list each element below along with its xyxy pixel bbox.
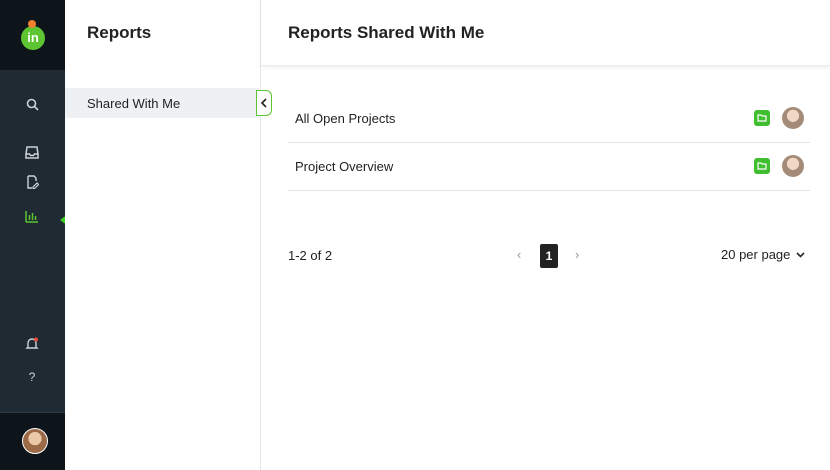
chevron-left-icon — [260, 98, 267, 108]
owner-avatar[interactable] — [782, 155, 804, 177]
tasks-icon[interactable] — [22, 172, 42, 192]
sidebar-item-shared-with-me[interactable]: Shared With Me — [65, 88, 259, 118]
help-icon[interactable]: ? — [22, 367, 42, 387]
current-page-button[interactable]: 1 — [540, 244, 558, 268]
report-row[interactable]: All Open Projects — [288, 95, 810, 143]
notifications-icon[interactable] — [22, 334, 42, 354]
reports-icon[interactable] — [22, 206, 42, 226]
inbox-icon[interactable] — [22, 142, 42, 162]
sidebar-title: Reports — [87, 23, 152, 42]
folder-icon[interactable] — [754, 110, 770, 126]
user-avatar[interactable] — [22, 428, 48, 454]
per-page-label: 20 per page — [721, 247, 791, 262]
logo-accent — [28, 20, 36, 28]
report-name[interactable]: Project Overview — [295, 159, 393, 174]
collapse-sidebar-button[interactable] — [256, 90, 272, 116]
app-logo[interactable]: in — [21, 26, 45, 50]
report-row[interactable]: Project Overview — [288, 143, 810, 191]
owner-avatar[interactable] — [782, 107, 804, 129]
folder-icon[interactable] — [754, 158, 770, 174]
pagination-count: 1-2 of 2 — [288, 248, 333, 263]
per-page-select[interactable]: 20 per page — [721, 247, 805, 262]
reports-sidebar: Reports Shared With Me — [65, 0, 261, 470]
next-page-button[interactable]: › — [575, 247, 579, 262]
chevron-down-icon — [796, 251, 805, 258]
app: in ? Reports Shared With Me Reports Shar… — [0, 0, 830, 470]
report-name[interactable]: All Open Projects — [295, 111, 395, 126]
previous-page-button[interactable]: ‹ — [517, 247, 521, 262]
nav-rail: in ? — [0, 0, 65, 470]
page-title: Reports Shared With Me — [261, 0, 830, 66]
search-icon[interactable] — [22, 94, 42, 114]
